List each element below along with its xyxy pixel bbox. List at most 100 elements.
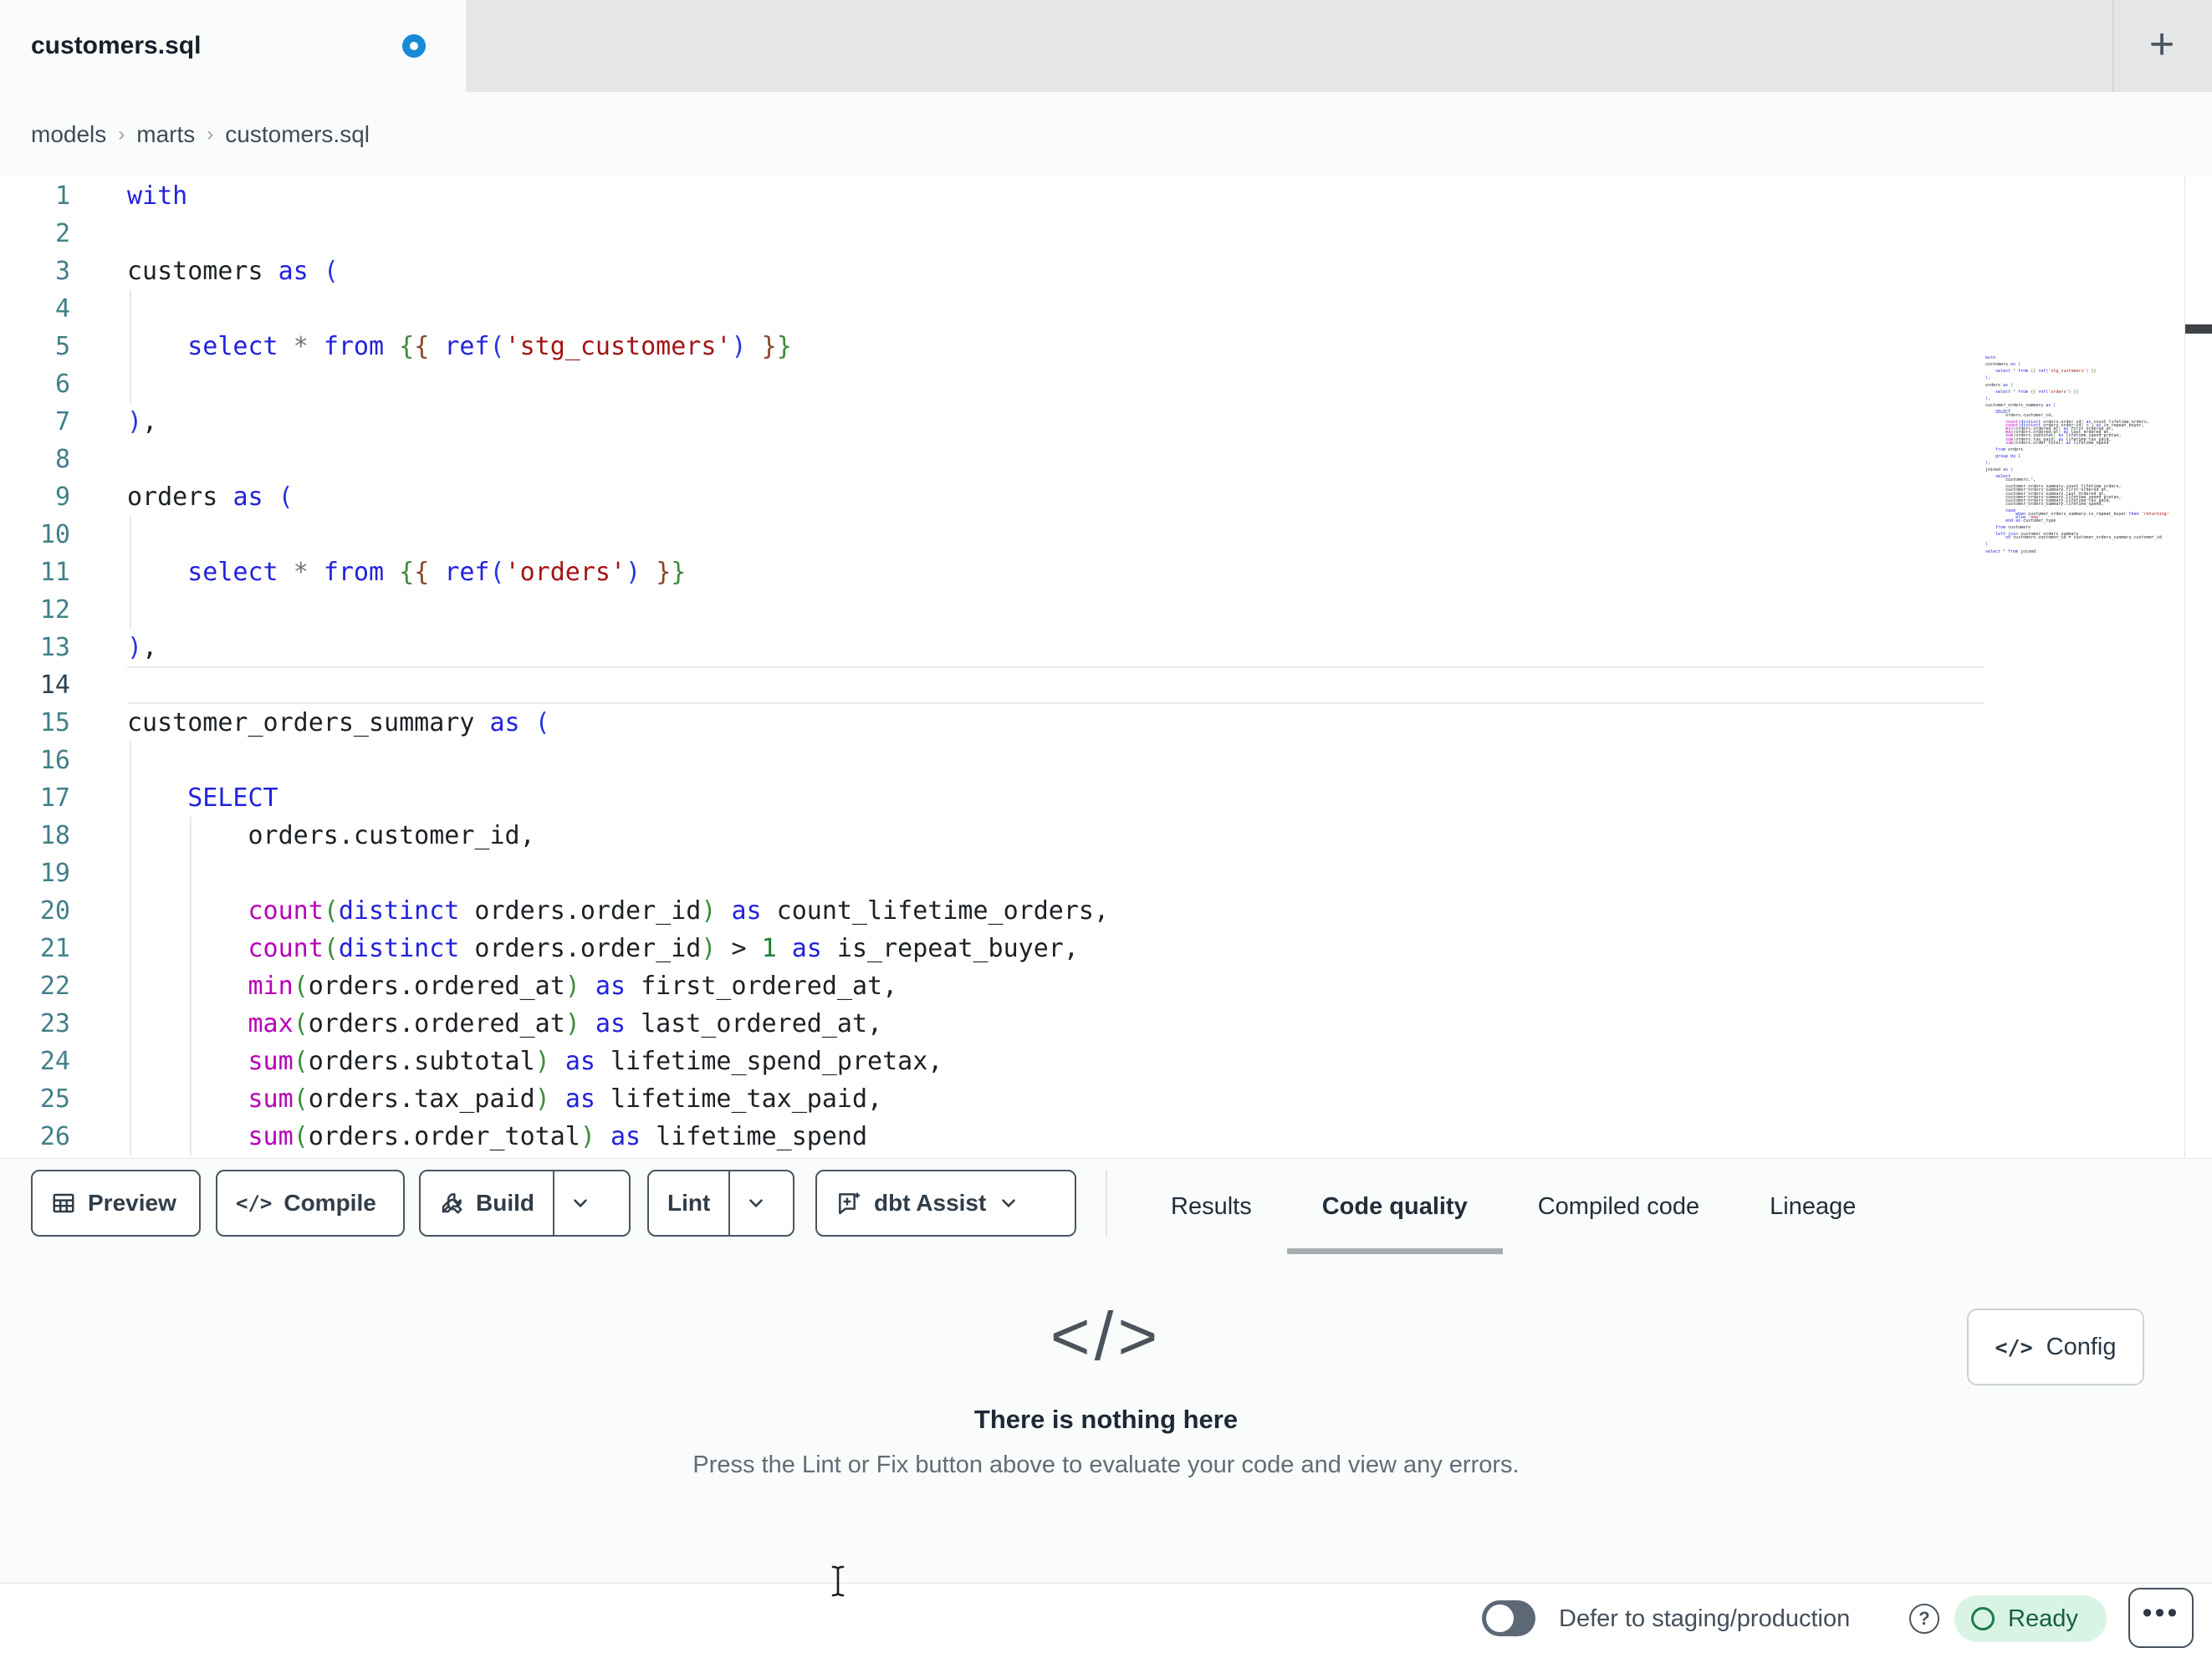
line-number: 13 — [39, 633, 70, 662]
status-bar: Defer to staging/production ? Ready ••• — [0, 1583, 2212, 1653]
chevron-down-icon — [570, 1192, 591, 1214]
more-options-button[interactable]: ••• — [2128, 1588, 2194, 1648]
code-line[interactable]: 21 count(distinct orders.order_id) > 1 a… — [0, 930, 2212, 967]
line-number: 11 — [39, 558, 70, 587]
line-number: 18 — [39, 821, 70, 850]
indent-guide — [190, 892, 192, 930]
indent-guide — [130, 290, 131, 328]
indent-guide — [130, 365, 131, 403]
minimap-line: select * from joined — [1985, 548, 2036, 554]
code-line[interactable]: 19 — [0, 855, 2212, 892]
code-line[interactable]: 6 — [0, 365, 2212, 403]
indent-guide — [190, 817, 192, 855]
editor-action-bar: Preview </> Compile Build Lint dbt Assis… — [0, 1158, 2212, 1255]
indent-guide — [190, 1080, 192, 1118]
compile-button[interactable]: </> Compile — [216, 1170, 405, 1237]
indent-guide — [130, 554, 131, 591]
indent-guide — [130, 516, 131, 554]
code-line[interactable]: 23 max(orders.ordered_at) as last_ordere… — [0, 1005, 2212, 1043]
code-line[interactable]: 7), — [0, 403, 2212, 441]
breadcrumb-item[interactable]: models — [31, 121, 106, 148]
line-number: 9 — [54, 482, 70, 512]
code-editor-lines: 1 with 2 3 customers as (4 5 select * from {{… — [0, 177, 2212, 1156]
results-tab-compiled-code[interactable]: Compiled code — [1503, 1159, 1734, 1255]
defer-label: Defer to staging/production — [1559, 1605, 1851, 1632]
build-dropdown-button[interactable] — [554, 1171, 606, 1235]
code-line[interactable]: 5 select * from {{ ref('stg_customers') … — [0, 328, 2212, 365]
code-quality-panel: </> There is nothing here Press the Lint… — [0, 1254, 2212, 1583]
preview-button[interactable]: Preview — [31, 1170, 201, 1237]
line-number: 7 — [54, 407, 70, 436]
chevron-down-icon — [998, 1192, 1019, 1214]
code-editor[interactable]: 1 with 2 3 customers as (4 5 select * from {{… — [0, 177, 2212, 1158]
code-line[interactable]: 14 — [0, 666, 2212, 704]
indent-guide — [130, 328, 131, 365]
indent-guide — [130, 892, 131, 930]
code-line[interactable]: 17 SELECT — [0, 779, 2212, 817]
editor-tab-strip: customers.sql + — [0, 0, 2212, 92]
code-line[interactable]: 1 with — [0, 177, 2212, 215]
code-line[interactable]: 4 — [0, 290, 2212, 328]
dbt-ide-window: customers.sql + models › marts › customers.s… — [0, 0, 2212, 1653]
toggle-knob — [1486, 1605, 1514, 1632]
breadcrumb-separator: › — [207, 123, 214, 145]
code-line[interactable]: 15 customer_orders_summary as ( — [0, 704, 2212, 742]
code-line[interactable]: 26 sum(orders.order_total) as lifetime_s… — [0, 1118, 2212, 1156]
lint-button[interactable]: Lint — [649, 1171, 728, 1235]
defer-toggle[interactable] — [1482, 1600, 1535, 1636]
dbt-assist-label: dbt Assist — [874, 1190, 987, 1216]
help-icon[interactable]: ? — [1909, 1604, 1939, 1634]
empty-state: </> There is nothing here Press the Lint… — [0, 1254, 2212, 1479]
code-brackets-icon: </> — [1050, 1298, 1162, 1375]
code-line[interactable]: 18 orders.customer_id, — [0, 817, 2212, 855]
results-tab-bar: Results Code quality Compiled code Lineage — [1136, 1159, 1891, 1255]
code-line[interactable]: 16 — [0, 742, 2212, 779]
dbt-assist-button[interactable]: dbt Assist — [815, 1170, 1076, 1237]
assist-chat-icon — [835, 1190, 862, 1217]
breadcrumb-bar: models›marts›customers.sql Save — [0, 92, 2212, 262]
code-line[interactable]: 24 sum(orders.subtotal) as lifetime_spen… — [0, 1043, 2212, 1080]
build-button[interactable]: Build — [421, 1171, 553, 1235]
config-button-label: Config — [2046, 1333, 2117, 1360]
scrollbar-thumb[interactable] — [2185, 324, 2212, 334]
code-line[interactable]: 11 select * from {{ ref('orders') }} — [0, 554, 2212, 591]
new-tab-button[interactable]: + — [2128, 0, 2195, 92]
unsaved-changes-dot-icon — [402, 34, 426, 58]
code-line[interactable]: 22 min(orders.ordered_at) as first_order… — [0, 967, 2212, 1005]
code-brackets-icon: </> — [236, 1191, 273, 1215]
indent-guide — [130, 855, 131, 892]
editor-minimap[interactable]: with customers as ( select * from {{ ref… — [1985, 356, 2183, 624]
code-line[interactable]: 12 — [0, 591, 2212, 629]
code-line[interactable]: 8 — [0, 441, 2212, 478]
indent-guide — [130, 779, 131, 817]
preview-button-label: Preview — [88, 1190, 176, 1216]
code-line[interactable]: 13), — [0, 629, 2212, 666]
line-number: 22 — [39, 972, 70, 1001]
results-tab-code-quality[interactable]: Code quality — [1286, 1159, 1503, 1255]
config-button[interactable]: </> Config — [1967, 1309, 2144, 1385]
indent-guide — [190, 1005, 192, 1043]
indent-guide — [130, 930, 131, 967]
results-tab-results[interactable]: Results — [1136, 1159, 1287, 1255]
line-number: 8 — [54, 445, 70, 474]
indent-guide — [190, 1043, 192, 1080]
line-number: 25 — [39, 1084, 70, 1114]
breadcrumb-item[interactable]: customers.sql — [225, 121, 370, 148]
breadcrumb-separator: › — [118, 123, 125, 145]
results-tab-lineage[interactable]: Lineage — [1734, 1159, 1891, 1255]
code-line[interactable]: 3 customers as ( — [0, 253, 2212, 290]
indent-guide — [190, 930, 192, 967]
code-line[interactable]: 9 orders as ( — [0, 478, 2212, 516]
line-number: 14 — [39, 671, 70, 700]
indent-guide — [130, 1080, 131, 1118]
breadcrumb-item[interactable]: marts — [136, 121, 195, 148]
code-line[interactable]: 10 — [0, 516, 2212, 554]
line-number: 15 — [39, 708, 70, 737]
code-line[interactable]: 20 count(distinct orders.order_id) as co… — [0, 892, 2212, 930]
code-line[interactable]: 25 sum(orders.tax_paid) as lifetime_tax_… — [0, 1080, 2212, 1118]
line-number: 24 — [39, 1047, 70, 1076]
build-button-group: Build — [419, 1170, 631, 1237]
code-line[interactable]: 2 — [0, 215, 2212, 253]
file-tab-customers-sql[interactable]: customers.sql — [0, 0, 466, 92]
lint-dropdown-button[interactable] — [730, 1171, 782, 1235]
